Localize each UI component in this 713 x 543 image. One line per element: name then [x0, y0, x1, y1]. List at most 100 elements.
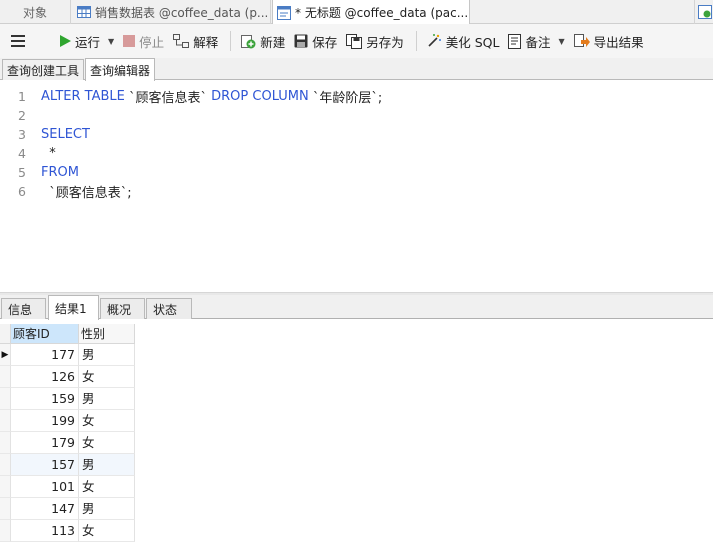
cell-customer-id[interactable]: 113	[11, 520, 79, 542]
cell-gender[interactable]: 女	[79, 432, 135, 454]
sql-keyword: DROP COLUMN	[211, 89, 309, 104]
export-results-label: 导出结果	[593, 34, 644, 50]
code-line: 3 SELECT	[0, 125, 90, 144]
note-button[interactable]: 备注	[505, 28, 553, 54]
query-toolbar: 运行 ▼ 停止 解释 新建 保存 另存为 美化 SQL 备注 ▼ 导出结果	[0, 24, 713, 58]
table-row[interactable]: 147 男	[0, 498, 135, 520]
editor-mode-tabs: 查询创建工具 查询编辑器	[0, 58, 713, 81]
query-icon	[277, 5, 291, 20]
result-tab-bar: 信息 结果1 概况 状态	[0, 295, 713, 320]
table-row[interactable]: 157 男	[0, 454, 135, 476]
save-as-label: 另存为	[366, 34, 404, 50]
table-row[interactable]: ▶ 177 男	[0, 344, 135, 366]
line-number: 1	[18, 89, 26, 104]
sql-keyword: FROM	[41, 165, 79, 180]
beautify-sql-button[interactable]: 美化 SQL	[423, 28, 503, 54]
row-indicator[interactable]	[0, 366, 11, 388]
tab-objects[interactable]: 对象	[0, 0, 70, 24]
table-row[interactable]: 179 女	[0, 432, 135, 454]
cell-customer-id[interactable]: 179	[11, 432, 79, 454]
run-dropdown-chevron-down-icon[interactable]: ▼	[108, 37, 114, 46]
new-label: 新建	[260, 34, 286, 50]
document-tab-bar: 对象 销售数据表 @coffee_data (p... * 无标题 @coffe…	[0, 0, 713, 25]
note-dropdown-chevron-down-icon[interactable]: ▼	[558, 37, 564, 46]
save-as-icon	[346, 33, 363, 49]
sql-text: *	[41, 146, 56, 161]
tab-untitled-query[interactable]: * 无标题 @coffee_data (pac...	[272, 0, 470, 25]
tab-sales-table[interactable]: 销售数据表 @coffee_data (p...	[70, 0, 271, 24]
row-indicator[interactable]	[0, 410, 11, 432]
row-indicator[interactable]	[0, 476, 11, 498]
table-row[interactable]: 199 女	[0, 410, 135, 432]
cell-gender[interactable]: 男	[79, 498, 135, 520]
line-number: 2	[18, 108, 26, 123]
tab-query-builder[interactable]: 查询创建工具	[2, 59, 85, 80]
save-as-button[interactable]: 另存为	[343, 28, 407, 54]
export-results-button[interactable]: 导出结果	[571, 28, 647, 54]
stop-label: 停止	[139, 34, 165, 50]
row-indicator[interactable]	[0, 520, 11, 542]
stop-button[interactable]: 停止	[120, 28, 167, 54]
line-number: 5	[18, 165, 26, 180]
result-grid: 顾客ID 性别 ▶ 177 男 126 女 159 男 199 女 179 女 157 男 101 女 147…	[0, 320, 713, 543]
menu-button[interactable]	[0, 28, 36, 54]
tab-status[interactable]: 状态	[146, 298, 192, 319]
cell-gender[interactable]: 女	[79, 476, 135, 498]
cell-gender[interactable]: 女	[79, 410, 135, 432]
new-button[interactable]: 新建	[237, 28, 288, 54]
cell-customer-id[interactable]: 199	[11, 410, 79, 432]
row-indicator[interactable]	[0, 432, 11, 454]
cell-gender[interactable]: 男	[79, 388, 135, 410]
table-row[interactable]: 101 女	[0, 476, 135, 498]
cell-gender[interactable]: 男	[79, 454, 135, 476]
code-line: 2	[0, 106, 41, 125]
code-line: 1 ALTER TABLE `顾客信息表` DROP COLUMN `年龄阶层`…	[0, 87, 382, 106]
sql-editor[interactable]: 1 ALTER TABLE `顾客信息表` DROP COLUMN `年龄阶层`…	[0, 81, 713, 292]
hamburger-icon	[11, 35, 25, 47]
save-button[interactable]: 保存	[291, 28, 340, 54]
line-number: 6	[18, 184, 26, 199]
run-button[interactable]: 运行	[56, 28, 103, 54]
explain-button[interactable]: 解释	[170, 28, 221, 54]
save-label: 保存	[312, 34, 338, 50]
new-query-icon	[241, 35, 256, 49]
cell-gender[interactable]: 女	[79, 366, 135, 388]
run-label: 运行	[75, 34, 101, 50]
sql-identifier: `顾客信息表`	[124, 91, 212, 106]
cell-customer-id[interactable]: 177	[11, 344, 79, 366]
tab-result-1[interactable]: 结果1	[48, 295, 99, 320]
cell-customer-id[interactable]: 159	[11, 388, 79, 410]
sql-keyword: SELECT	[41, 127, 90, 142]
tab-sales-table-label: 销售数据表 @coffee_data (p...	[95, 5, 269, 20]
tab-profile[interactable]: 概况	[100, 298, 145, 319]
sql-identifier: `顾客信息表`;	[41, 186, 132, 201]
tab-next-query[interactable]	[694, 0, 713, 24]
table-row[interactable]: 113 女	[0, 520, 135, 542]
note-label: 备注	[525, 34, 551, 50]
row-indicator-header	[0, 324, 11, 344]
table-row[interactable]: 126 女	[0, 366, 135, 388]
note-icon	[508, 33, 522, 49]
cell-gender[interactable]: 女	[79, 520, 135, 542]
cell-gender[interactable]: 男	[79, 344, 135, 366]
table-row[interactable]: 159 男	[0, 388, 135, 410]
code-line: 5 FROM	[0, 163, 79, 182]
row-indicator[interactable]	[0, 454, 11, 476]
tab-message[interactable]: 信息	[1, 298, 46, 319]
cell-customer-id[interactable]: 147	[11, 498, 79, 520]
cell-customer-id[interactable]: 126	[11, 366, 79, 388]
column-header-gender[interactable]: 性别	[79, 324, 135, 344]
code-line: 6 `顾客信息表`;	[0, 182, 132, 201]
sql-identifier: `年龄阶层`;	[308, 91, 383, 106]
cell-customer-id[interactable]: 101	[11, 476, 79, 498]
beautify-sql-label: 美化 SQL	[445, 34, 500, 50]
save-icon	[294, 34, 308, 48]
tab-query-editor[interactable]: 查询编辑器	[85, 58, 156, 81]
play-icon	[60, 35, 71, 47]
column-header-customer-id[interactable]: 顾客ID	[11, 324, 79, 344]
cell-customer-id[interactable]: 157	[11, 454, 79, 476]
query-icon	[698, 5, 712, 19]
row-indicator[interactable]	[0, 498, 11, 520]
current-row-indicator-icon[interactable]: ▶	[0, 344, 11, 366]
row-indicator[interactable]	[0, 388, 11, 410]
